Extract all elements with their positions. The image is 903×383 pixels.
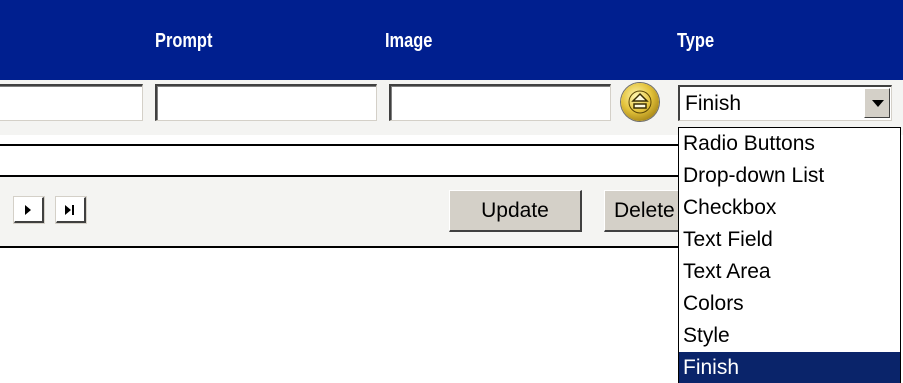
option-finish[interactable]: Finish (679, 352, 900, 383)
last-record-icon (65, 205, 71, 215)
divider (0, 246, 680, 248)
next-record-button[interactable] (14, 197, 44, 223)
column-header-image: Image (385, 30, 433, 52)
last-record-button[interactable] (56, 197, 86, 223)
table-header (0, 0, 903, 80)
type-select-value: Finish (685, 92, 742, 115)
update-button[interactable]: Update (449, 190, 582, 232)
option-checkbox[interactable]: Checkbox (679, 192, 900, 223)
image-field[interactable] (389, 84, 611, 121)
option-text-area[interactable]: Text Area (679, 256, 900, 287)
type-select[interactable]: Finish (678, 85, 892, 121)
column-header-type: Type (677, 30, 715, 52)
name-field[interactable] (0, 84, 143, 121)
eject-lookup-icon (628, 90, 652, 114)
chevron-down-icon[interactable] (864, 88, 890, 118)
next-record-icon (25, 205, 31, 215)
divider (0, 175, 680, 177)
option-colors[interactable]: Colors (679, 288, 900, 319)
divider (0, 144, 680, 146)
type-dropdown-list[interactable]: Radio Buttons Drop-down List Checkbox Te… (678, 127, 901, 383)
option-text-field[interactable]: Text Field (679, 224, 900, 255)
prompt-field[interactable] (155, 84, 377, 121)
column-header-prompt: Prompt (155, 30, 213, 52)
option-drop-down-list[interactable]: Drop-down List (679, 160, 900, 191)
image-lookup-button[interactable] (621, 83, 659, 121)
option-style[interactable]: Style (679, 320, 900, 351)
option-radio-buttons[interactable]: Radio Buttons (679, 128, 900, 159)
